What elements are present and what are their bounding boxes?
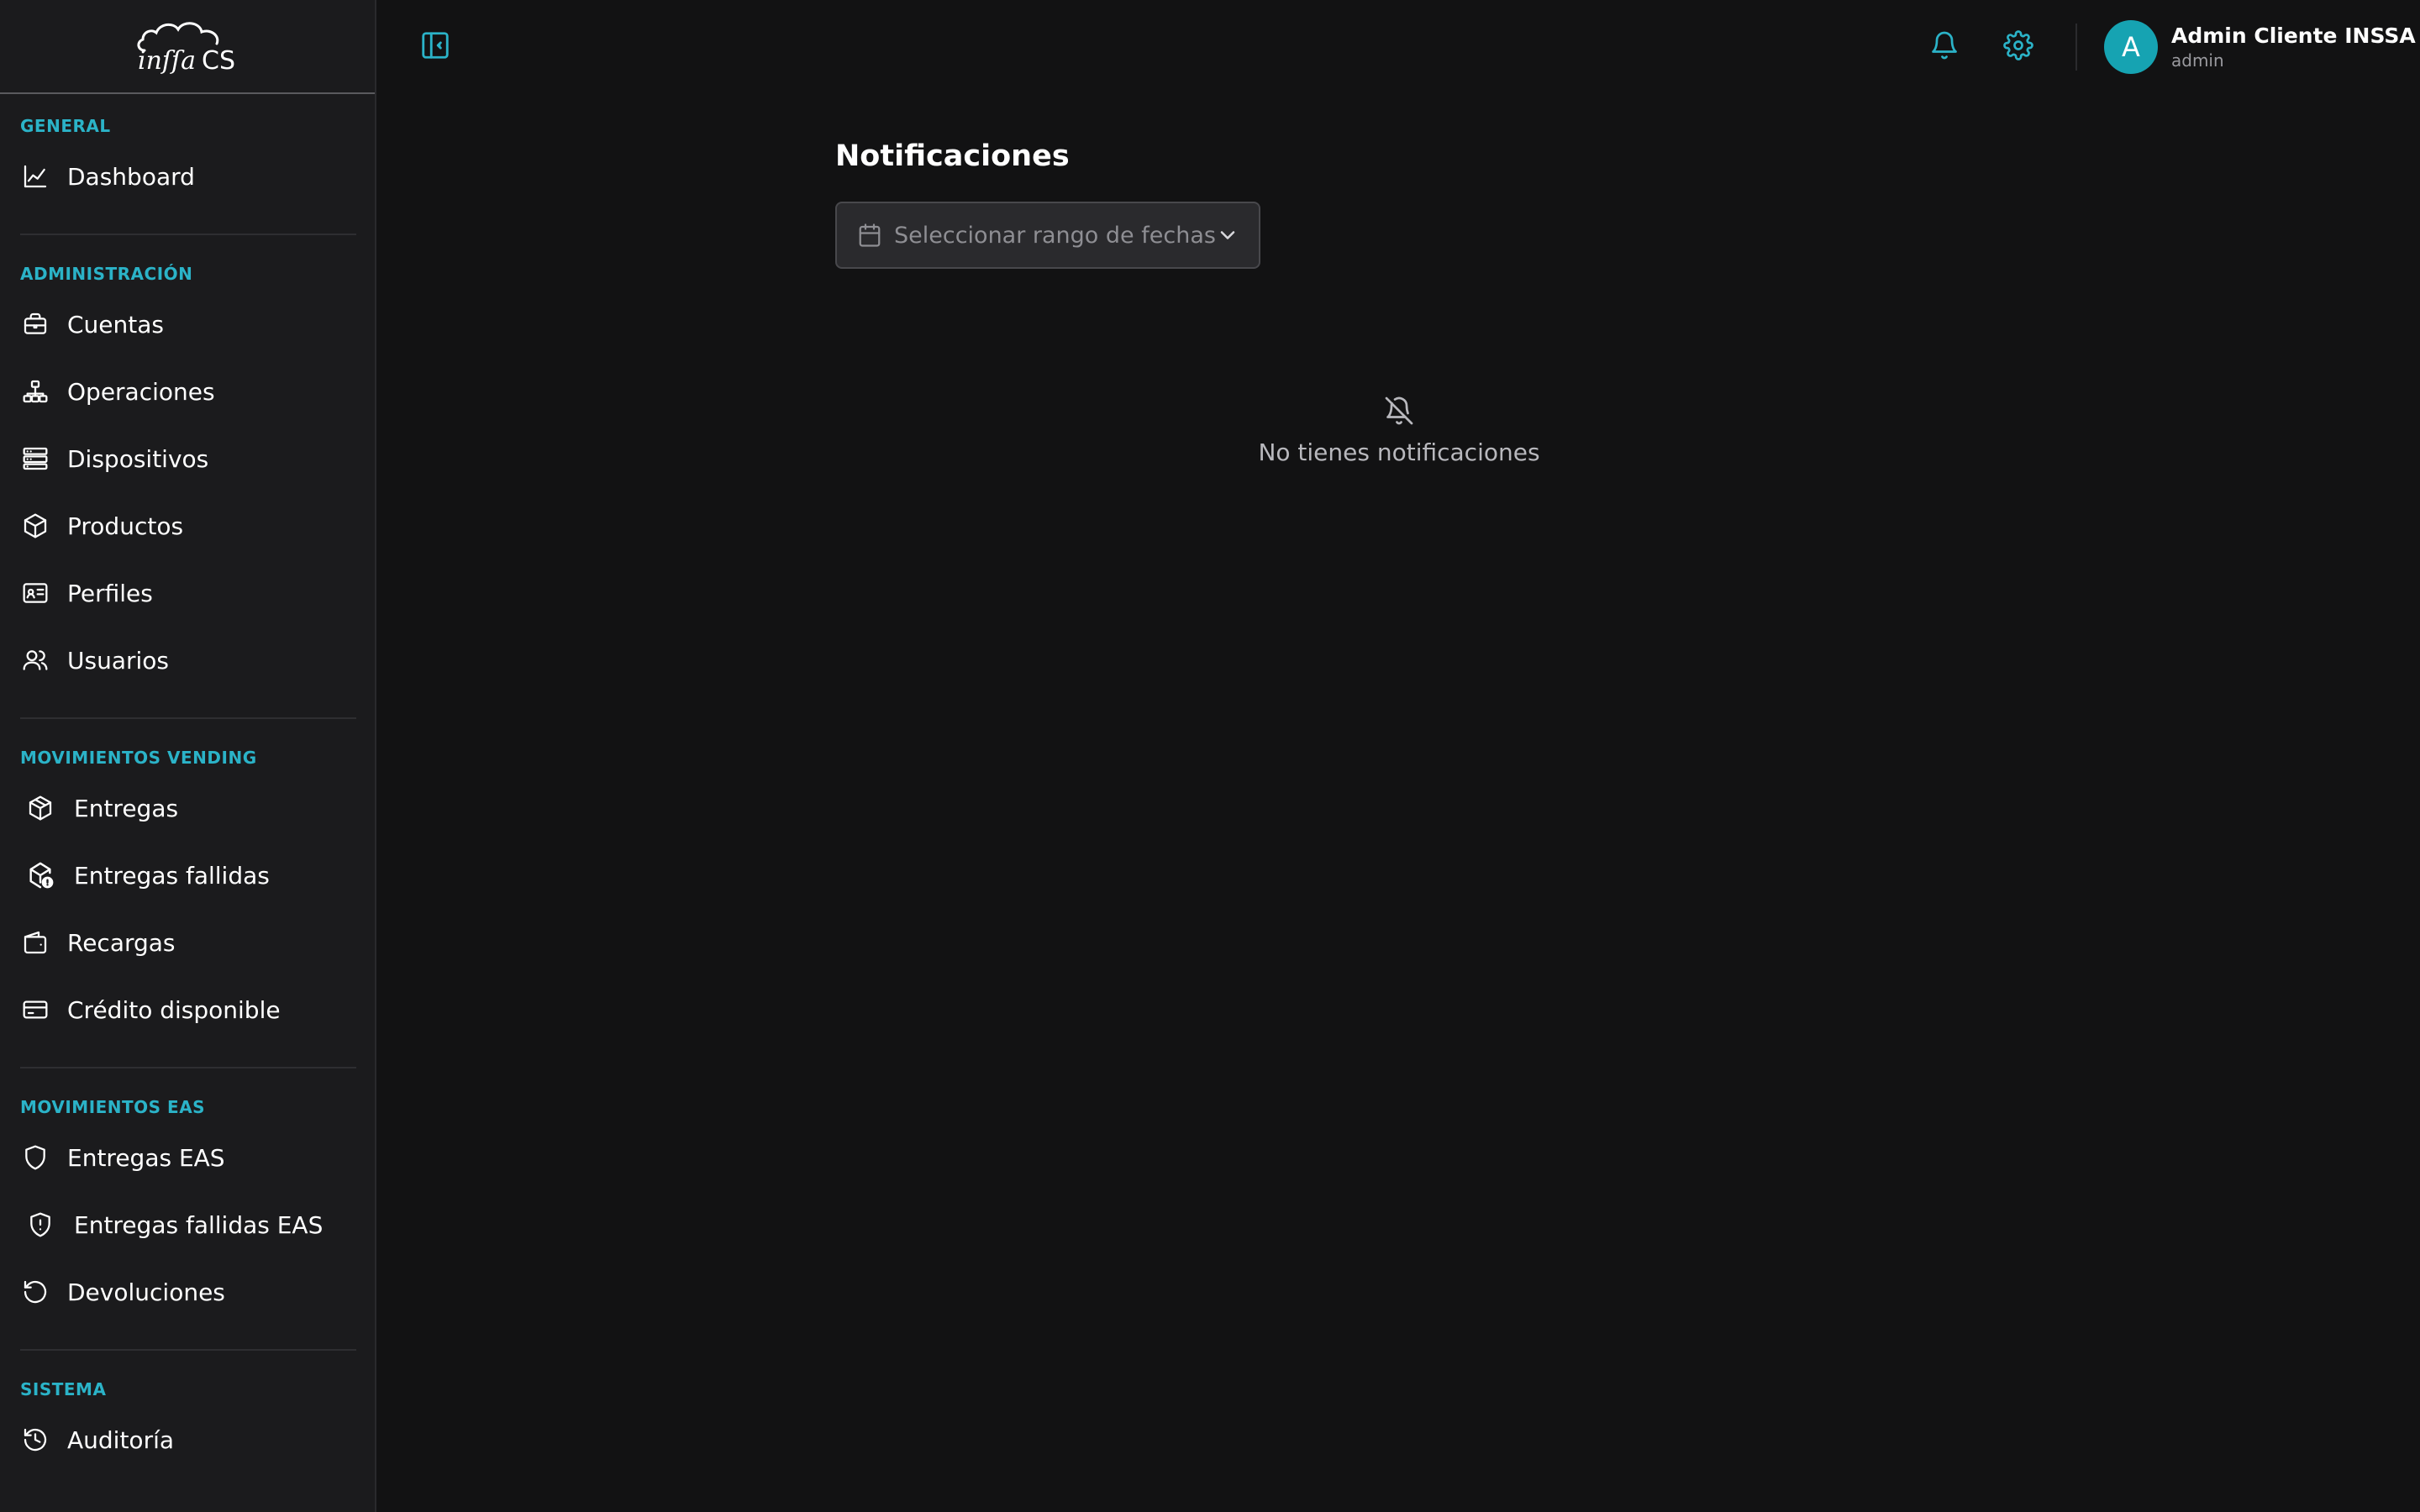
- sidebar-item-operaciones[interactable]: Operaciones: [20, 365, 356, 418]
- section-label-sistema: SISTEMA: [20, 1379, 107, 1399]
- sidebar: inſſa CS GENERAL Dashboard ADMINISTRACIÓ…: [0, 0, 376, 1512]
- sidebar-item-usuarios[interactable]: Usuarios: [20, 633, 356, 687]
- sidebar-item-recargas[interactable]: Recargas: [20, 916, 356, 969]
- server-icon: [20, 444, 50, 474]
- section-label-movimientos-eas: MOVIMIENTOS EAS: [20, 1097, 206, 1117]
- sidebar-item-entregas-eas[interactable]: Entregas EAS: [20, 1131, 356, 1184]
- chart-line-icon: [20, 161, 50, 192]
- credit-card-icon: [20, 995, 50, 1025]
- svg-text:inſſa: inſſa: [138, 46, 196, 76]
- sidebar-item-label: Operaciones: [67, 377, 215, 406]
- sidebar-item-perfiles[interactable]: Perfiles: [20, 566, 356, 620]
- history-icon: [20, 1425, 50, 1455]
- id-card-icon: [20, 578, 50, 608]
- rotate-ccw-icon: [20, 1277, 50, 1307]
- sidebar-item-credito-disponible[interactable]: Crédito disponible: [20, 983, 356, 1037]
- shield-alert-icon: [25, 1210, 55, 1240]
- bell-off-icon: [1381, 393, 1417, 428]
- divider: [20, 1067, 356, 1068]
- sidebar-item-label: Perfiles: [67, 579, 153, 607]
- settings-button[interactable]: [2000, 29, 2037, 66]
- section-label-movimientos-vending: MOVIMIENTOS VENDING: [20, 748, 257, 768]
- sidebar-item-productos[interactable]: Productos: [20, 499, 356, 553]
- logo-icon: inſſa CS: [137, 22, 235, 76]
- svg-text:CS: CS: [202, 46, 235, 76]
- sidebar-item-label: Crédito disponible: [67, 995, 281, 1024]
- date-range-placeholder: Seleccionar rango de fechas: [894, 222, 1216, 249]
- calendar-icon: [857, 221, 882, 249]
- logo[interactable]: inſſa CS: [0, 0, 375, 94]
- wallet-icon: [20, 927, 50, 958]
- sidebar-item-label: Usuarios: [67, 646, 169, 675]
- section-label-administracion: ADMINISTRACIÓN: [20, 264, 193, 284]
- sidebar-item-label: Devoluciones: [67, 1278, 225, 1306]
- divider: [20, 234, 356, 235]
- sidebar-item-dashboard[interactable]: Dashboard: [20, 150, 356, 203]
- sidebar-item-entregas-fallidas[interactable]: Entregas fallidas: [20, 848, 356, 902]
- sidebar-item-auditoria[interactable]: Auditoría: [20, 1413, 356, 1467]
- sidebar-item-entregas[interactable]: Entregas: [20, 781, 356, 835]
- network-icon: [20, 376, 50, 407]
- sidebar-item-devoluciones[interactable]: Devoluciones: [20, 1265, 356, 1319]
- divider: [20, 1349, 356, 1351]
- sidebar-toggle-button[interactable]: [417, 30, 454, 64]
- empty-state-text: No tienes notificaciones: [1258, 438, 1540, 466]
- sidebar-item-label: Cuentas: [67, 310, 164, 339]
- sidebar-item-entregas-fallidas-eas[interactable]: Entregas fallidas EAS: [20, 1198, 356, 1252]
- chevron-down-icon: [1216, 221, 1240, 249]
- sidebar-item-label: Entregas fallidas EAS: [74, 1210, 324, 1239]
- sidebar-item-label: Auditoría: [67, 1425, 175, 1454]
- sidebar-item-dispositivos[interactable]: Dispositivos: [20, 432, 356, 486]
- sidebar-item-label: Entregas fallidas: [74, 861, 270, 890]
- sidebar-item-cuentas[interactable]: Cuentas: [20, 297, 356, 351]
- sidebar-item-label: Dashboard: [67, 162, 195, 191]
- page-title: Notificaciones: [835, 139, 1070, 173]
- sidebar-item-label: Entregas EAS: [67, 1143, 225, 1172]
- sidebar-item-label: Entregas: [74, 794, 179, 822]
- date-range-picker[interactable]: Seleccionar rango de fechas: [835, 202, 1260, 269]
- sidebar-item-label: Recargas: [67, 928, 176, 957]
- briefcase-icon: [20, 309, 50, 339]
- shield-icon: [20, 1142, 50, 1173]
- section-label-general: GENERAL: [20, 116, 111, 136]
- sidebar-item-label: Dispositivos: [67, 444, 209, 473]
- avatar-initial: A: [2122, 31, 2140, 63]
- sidebar-toggle-icon: [419, 29, 451, 65]
- sidebar-item-label: Productos: [67, 512, 184, 540]
- gear-icon: [2003, 30, 2033, 64]
- users-icon: [20, 645, 50, 675]
- package-alert-icon: [25, 860, 55, 890]
- user-name[interactable]: Admin Cliente INSSA: [2171, 24, 2416, 48]
- avatar[interactable]: A: [2104, 20, 2158, 74]
- notifications-button[interactable]: [1926, 29, 1963, 66]
- user-role: admin: [2171, 50, 2224, 71]
- header-divider: [2075, 24, 2077, 71]
- box-icon: [20, 511, 50, 541]
- divider: [20, 717, 356, 719]
- bell-icon: [1929, 30, 1960, 64]
- package-icon: [25, 793, 55, 823]
